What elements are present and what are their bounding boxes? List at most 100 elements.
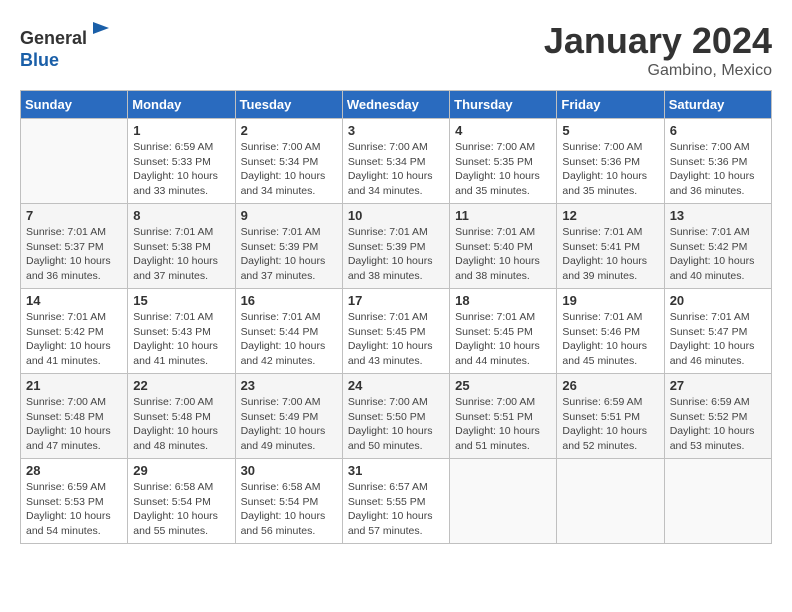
- calendar-cell: [557, 459, 664, 544]
- day-info: Sunrise: 7:00 AM Sunset: 5:48 PM Dayligh…: [133, 395, 229, 454]
- day-number: 30: [241, 463, 337, 478]
- calendar-cell: 31 Sunrise: 6:57 AM Sunset: 5:55 PM Dayli…: [342, 459, 449, 544]
- day-number: 21: [26, 378, 122, 393]
- day-of-week-header: Friday: [557, 91, 664, 119]
- calendar-cell: 18Sunrise: 7:01 AM Sunset: 5:45 PM Dayli…: [450, 289, 557, 374]
- day-of-week-header: Thursday: [450, 91, 557, 119]
- day-info: Sunrise: 7:00 AM Sunset: 5:49 PM Dayligh…: [241, 395, 337, 454]
- day-number: 13: [670, 208, 766, 223]
- calendar-cell: 7 Sunrise: 7:01 AM Sunset: 5:37 PM Daylig…: [21, 204, 128, 289]
- calendar-cell: 1 Sunrise: 6:59 AM Sunset: 5:33 PM Daylig…: [128, 119, 235, 204]
- calendar-title: January 2024: [544, 20, 772, 62]
- calendar-cell: 23 Sunrise: 7:00 AM Sunset: 5:49 PM Dayli…: [235, 374, 342, 459]
- day-number: 10: [348, 208, 444, 223]
- day-of-week-header: Tuesday: [235, 91, 342, 119]
- day-info: Sunrise: 6:59 AM Sunset: 5:52 PM Dayligh…: [670, 395, 766, 454]
- day-info: Sunrise: 6:59 AM Sunset: 5:53 PM Dayligh…: [26, 480, 122, 539]
- day-info: Sunrise: 7:01 AM Sunset: 5:47 PM Dayligh…: [670, 310, 766, 369]
- calendar-week-row: 14Sunrise: 7:01 AM Sunset: 5:42 PM Dayli…: [21, 289, 772, 374]
- day-number: 20: [670, 293, 766, 308]
- day-info: Sunrise: 7:01 AM Sunset: 5:39 PM Dayligh…: [241, 225, 337, 284]
- day-number: 7: [26, 208, 122, 223]
- day-number: 22: [133, 378, 229, 393]
- day-info: Sunrise: 6:58 AM Sunset: 5:54 PM Dayligh…: [241, 480, 337, 539]
- day-number: 24: [348, 378, 444, 393]
- calendar-cell: 20 Sunrise: 7:01 AM Sunset: 5:47 PM Dayli…: [664, 289, 771, 374]
- calendar-cell: 2 Sunrise: 7:00 AM Sunset: 5:34 PM Daylig…: [235, 119, 342, 204]
- day-of-week-header: Monday: [128, 91, 235, 119]
- day-info: Sunrise: 6:57 AM Sunset: 5:55 PM Dayligh…: [348, 480, 444, 539]
- calendar-table: SundayMondayTuesdayWednesdayThursdayFrid…: [20, 90, 772, 544]
- day-info: Sunrise: 7:01 AM Sunset: 5:42 PM Dayligh…: [670, 225, 766, 284]
- day-number: 15: [133, 293, 229, 308]
- day-info: Sunrise: 7:01 AM Sunset: 5:39 PM Dayligh…: [348, 225, 444, 284]
- day-number: 14: [26, 293, 122, 308]
- calendar-cell: 25 Sunrise: 7:00 AM Sunset: 5:51 PM Dayli…: [450, 374, 557, 459]
- day-number: 19: [562, 293, 658, 308]
- day-number: 1: [133, 123, 229, 138]
- day-info: Sunrise: 6:59 AM Sunset: 5:51 PM Dayligh…: [562, 395, 658, 454]
- logo-flag-icon: [89, 20, 113, 44]
- day-info: Sunrise: 7:01 AM Sunset: 5:43 PM Dayligh…: [133, 310, 229, 369]
- day-of-week-header: Sunday: [21, 91, 128, 119]
- logo-general: General: [20, 28, 87, 48]
- day-info: Sunrise: 7:00 AM Sunset: 5:36 PM Dayligh…: [562, 140, 658, 199]
- day-info: Sunrise: 7:00 AM Sunset: 5:34 PM Dayligh…: [241, 140, 337, 199]
- day-of-week-header: Saturday: [664, 91, 771, 119]
- calendar-cell: 19Sunrise: 7:01 AM Sunset: 5:46 PM Dayli…: [557, 289, 664, 374]
- day-info: Sunrise: 7:00 AM Sunset: 5:36 PM Dayligh…: [670, 140, 766, 199]
- day-number: 4: [455, 123, 551, 138]
- day-number: 6: [670, 123, 766, 138]
- calendar-cell: 30 Sunrise: 6:58 AM Sunset: 5:54 PM Dayli…: [235, 459, 342, 544]
- calendar-cell: 16Sunrise: 7:01 AM Sunset: 5:44 PM Dayli…: [235, 289, 342, 374]
- calendar-cell: 3Sunrise: 7:00 AM Sunset: 5:34 PM Daylig…: [342, 119, 449, 204]
- calendar-cell: 6 Sunrise: 7:00 AM Sunset: 5:36 PM Daylig…: [664, 119, 771, 204]
- calendar-cell: 28 Sunrise: 6:59 AM Sunset: 5:53 PM Dayli…: [21, 459, 128, 544]
- calendar-cell: 17Sunrise: 7:01 AM Sunset: 5:45 PM Dayli…: [342, 289, 449, 374]
- calendar-cell: 4Sunrise: 7:00 AM Sunset: 5:35 PM Daylig…: [450, 119, 557, 204]
- day-number: 8: [133, 208, 229, 223]
- calendar-cell: 24 Sunrise: 7:00 AM Sunset: 5:50 PM Dayli…: [342, 374, 449, 459]
- logo-blue: Blue: [20, 50, 59, 70]
- day-info: Sunrise: 7:01 AM Sunset: 5:37 PM Dayligh…: [26, 225, 122, 284]
- day-info: Sunrise: 7:01 AM Sunset: 5:38 PM Dayligh…: [133, 225, 229, 284]
- day-number: 25: [455, 378, 551, 393]
- calendar-cell: 21 Sunrise: 7:00 AM Sunset: 5:48 PM Dayli…: [21, 374, 128, 459]
- day-number: 11: [455, 208, 551, 223]
- day-info: Sunrise: 7:00 AM Sunset: 5:50 PM Dayligh…: [348, 395, 444, 454]
- day-number: 31: [348, 463, 444, 478]
- calendar-cell: 10 Sunrise: 7:01 AM Sunset: 5:39 PM Dayli…: [342, 204, 449, 289]
- calendar-cell: [664, 459, 771, 544]
- calendar-cell: 11 Sunrise: 7:01 AM Sunset: 5:40 PM Dayli…: [450, 204, 557, 289]
- calendar-cell: 26 Sunrise: 6:59 AM Sunset: 5:51 PM Dayli…: [557, 374, 664, 459]
- day-info: Sunrise: 7:00 AM Sunset: 5:51 PM Dayligh…: [455, 395, 551, 454]
- day-number: 5: [562, 123, 658, 138]
- day-number: 26: [562, 378, 658, 393]
- day-number: 16: [241, 293, 337, 308]
- calendar-cell: 15 Sunrise: 7:01 AM Sunset: 5:43 PM Dayli…: [128, 289, 235, 374]
- day-header-row: SundayMondayTuesdayWednesdayThursdayFrid…: [21, 91, 772, 119]
- calendar-cell: 5 Sunrise: 7:00 AM Sunset: 5:36 PM Daylig…: [557, 119, 664, 204]
- logo: General Blue: [20, 20, 113, 71]
- day-number: 29: [133, 463, 229, 478]
- calendar-cell: 12Sunrise: 7:01 AM Sunset: 5:41 PM Dayli…: [557, 204, 664, 289]
- day-info: Sunrise: 7:01 AM Sunset: 5:45 PM Dayligh…: [348, 310, 444, 369]
- day-info: Sunrise: 7:01 AM Sunset: 5:41 PM Dayligh…: [562, 225, 658, 284]
- day-info: Sunrise: 7:01 AM Sunset: 5:40 PM Dayligh…: [455, 225, 551, 284]
- calendar-cell: 9 Sunrise: 7:01 AM Sunset: 5:39 PM Daylig…: [235, 204, 342, 289]
- title-block: January 2024 Gambino, Mexico: [544, 20, 772, 80]
- day-number: 9: [241, 208, 337, 223]
- day-number: 3: [348, 123, 444, 138]
- page-header: General Blue January 2024 Gambino, Mexic…: [20, 20, 772, 80]
- day-info: Sunrise: 7:00 AM Sunset: 5:48 PM Dayligh…: [26, 395, 122, 454]
- day-number: 28: [26, 463, 122, 478]
- calendar-cell: 22 Sunrise: 7:00 AM Sunset: 5:48 PM Dayli…: [128, 374, 235, 459]
- day-info: Sunrise: 6:59 AM Sunset: 5:33 PM Dayligh…: [133, 140, 229, 199]
- calendar-week-row: 21 Sunrise: 7:00 AM Sunset: 5:48 PM Dayli…: [21, 374, 772, 459]
- calendar-week-row: 7 Sunrise: 7:01 AM Sunset: 5:37 PM Daylig…: [21, 204, 772, 289]
- calendar-cell: 29 Sunrise: 6:58 AM Sunset: 5:54 PM Dayli…: [128, 459, 235, 544]
- day-number: 23: [241, 378, 337, 393]
- calendar-cell: 27Sunrise: 6:59 AM Sunset: 5:52 PM Dayli…: [664, 374, 771, 459]
- day-number: 2: [241, 123, 337, 138]
- day-info: Sunrise: 6:58 AM Sunset: 5:54 PM Dayligh…: [133, 480, 229, 539]
